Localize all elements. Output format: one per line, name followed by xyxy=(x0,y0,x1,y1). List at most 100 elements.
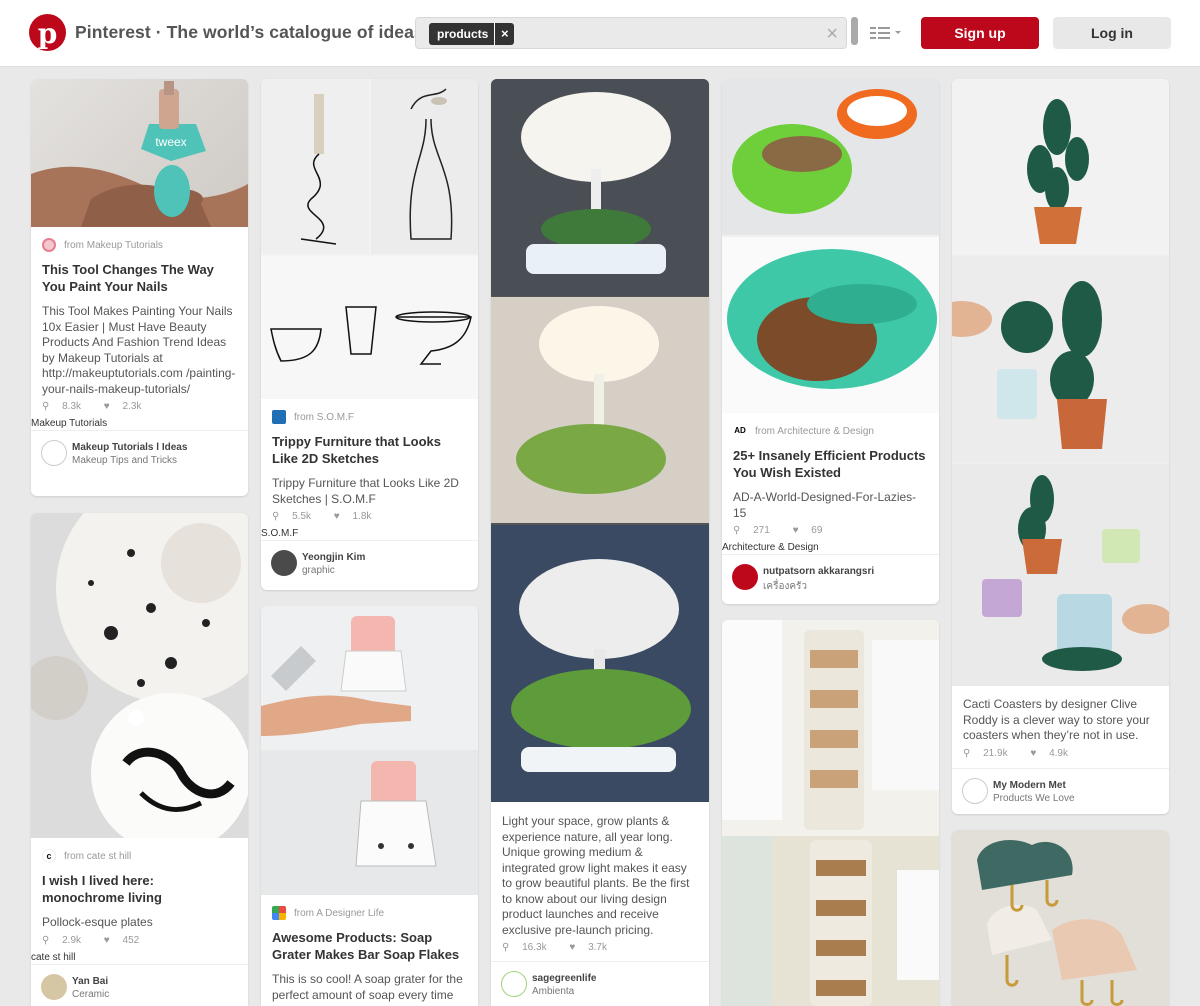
pin-source[interactable]: from S.O.M.F xyxy=(272,410,467,424)
grow-lamp-image[interactable] xyxy=(491,79,709,802)
repin-icon: ⚲ xyxy=(42,401,50,412)
search-input[interactable]: products × × xyxy=(415,17,847,49)
pinner-name[interactable]: sagegreenlife xyxy=(532,973,596,984)
board-label[interactable]: S.O.M.F xyxy=(261,528,478,539)
avatar[interactable] xyxy=(501,971,527,997)
snack-bowl-image[interactable] xyxy=(722,79,939,413)
repin-count: 271 xyxy=(753,525,770,536)
svg-text:p: p xyxy=(38,17,58,50)
pin-stats: ⚲ 8.3k ♥ 2.3k xyxy=(42,401,237,412)
svg-text:tweex: tweex xyxy=(155,135,186,149)
source-label: from Makeup Tutorials xyxy=(64,239,163,251)
stone-hooks-image[interactable] xyxy=(952,830,1169,1006)
rotating-bookshelf-image[interactable] xyxy=(722,620,939,1006)
pinner-board[interactable]: Ceramic xyxy=(72,989,109,1000)
repin-icon: ⚲ xyxy=(272,511,280,522)
site-title[interactable]: Pinterest · The world’s catalogue of ide… xyxy=(75,22,424,43)
pinner-attribution[interactable]: Makeup Tutorials l Ideas Makeup Tips and… xyxy=(31,430,248,474)
pin-card-bookshelf[interactable] xyxy=(722,620,939,1006)
pinner-name[interactable]: Makeup Tutorials l Ideas xyxy=(72,442,187,453)
like-count: 1.8k xyxy=(352,511,372,522)
pinner-attribution[interactable]: My Modern Met Products We Love xyxy=(952,767,1169,812)
cate-st-hill-favicon-icon: c xyxy=(42,849,56,863)
nail-tool-image[interactable]: tweex xyxy=(31,79,248,227)
pin-source[interactable]: c from cate st hill xyxy=(42,849,237,863)
pin-description: This is so cool! A soap grater for the p… xyxy=(272,972,463,1002)
pinterest-logo-icon[interactable]: p xyxy=(29,14,66,51)
pinner-name[interactable]: My Modern Met xyxy=(993,780,1066,791)
source-label: from cate st hill xyxy=(64,850,132,862)
pinner-attribution[interactable]: nutpatsorn akkarangsri เครื่องครัว xyxy=(722,554,939,598)
somf-favicon-icon xyxy=(272,410,286,424)
like-count: 452 xyxy=(122,934,140,946)
pin-card-furniture[interactable]: from S.O.M.F Trippy Furniture that Looks… xyxy=(261,79,478,590)
board-label[interactable]: Makeup Tutorials xyxy=(31,418,248,429)
like-icon: ♥ xyxy=(103,934,110,946)
search-scrollbar[interactable] xyxy=(851,17,858,45)
pinner-name[interactable]: nutpatsorn akkarangsri xyxy=(763,566,874,577)
pinner-board[interactable]: Ambienta xyxy=(532,986,574,997)
repin-count: 2.9k xyxy=(62,934,82,946)
board-label[interactable]: Architecture & Design xyxy=(722,542,939,553)
repin-icon: ⚲ xyxy=(963,747,971,759)
clear-search-icon[interactable]: × xyxy=(826,24,838,44)
avatar[interactable] xyxy=(732,564,758,590)
soap-grater-image[interactable] xyxy=(261,606,478,895)
avatar[interactable] xyxy=(41,973,67,1000)
list-view-icon[interactable] xyxy=(870,24,904,42)
a-designer-life-favicon-icon xyxy=(272,906,286,920)
avatar[interactable] xyxy=(962,777,988,804)
pin-title[interactable]: I wish I lived here: monochrome living xyxy=(42,872,237,906)
pin-description: Cacti Coasters by designer Clive Roddy i… xyxy=(963,697,1150,742)
like-count: 4.9k xyxy=(1049,747,1068,759)
like-icon: ♥ xyxy=(569,942,576,953)
pin-title[interactable]: Trippy Furniture that Looks Like 2D Sket… xyxy=(272,433,467,467)
pin-description: Light your space, grow plants & experien… xyxy=(502,814,690,937)
cacti-coasters-image[interactable] xyxy=(952,79,1169,686)
repin-icon: ⚲ xyxy=(502,942,510,953)
pin-stats: ⚲ 2.9k ♥ 452 xyxy=(42,935,237,946)
pinner-board[interactable]: Products We Love xyxy=(993,793,1075,804)
pin-source[interactable]: AD from Architecture & Design xyxy=(733,424,928,438)
board-label[interactable]: cate st hill xyxy=(31,952,248,963)
search-token[interactable]: products × xyxy=(429,23,515,45)
sign-up-button[interactable]: Sign up xyxy=(921,17,1039,49)
pin-card-nails[interactable]: tweex from Makeup Tutorials This Tool Ch… xyxy=(31,79,248,496)
like-count: 69 xyxy=(811,525,823,536)
pin-card-plates[interactable]: c from cate st hill I wish I lived here:… xyxy=(31,513,248,1006)
remove-token-icon[interactable]: × xyxy=(494,23,514,45)
like-icon: ♥ xyxy=(103,401,110,412)
search-token-label: products xyxy=(437,27,489,41)
pin-description: This Tool Makes Painting Your Nails 10x … xyxy=(42,304,236,396)
pinner-board[interactable]: graphic xyxy=(302,565,335,576)
log-in-button[interactable]: Log in xyxy=(1053,17,1171,49)
pinner-board[interactable]: Makeup Tips and Tricks xyxy=(72,455,177,466)
avatar[interactable] xyxy=(41,440,67,466)
sketch-furniture-image[interactable] xyxy=(261,79,478,399)
pinner-attribution[interactable]: Yan Bai Ceramic xyxy=(31,963,248,1006)
pin-title[interactable]: 25+ Insanely Efficient Products You Wish… xyxy=(733,447,928,481)
pin-stats: ⚲ 21.9k ♥ 4.9k xyxy=(963,748,1158,759)
repin-count: 8.3k xyxy=(62,401,82,412)
pin-card-hooks[interactable] xyxy=(952,830,1169,1006)
like-icon: ♥ xyxy=(333,511,340,522)
pinner-attribution[interactable]: sagegreenlife Ambienta xyxy=(491,961,709,1005)
pin-title[interactable]: This Tool Changes The Way You Paint Your… xyxy=(42,261,237,295)
pin-card-soap[interactable]: from A Designer Life Awesome Products: S… xyxy=(261,606,478,1006)
pin-card-lamp[interactable]: Light your space, grow plants & experien… xyxy=(491,79,709,1006)
pin-card-cacti[interactable]: Cacti Coasters by designer Clive Roddy i… xyxy=(952,79,1169,814)
pin-title[interactable]: Awesome Products: Soap Grater Makes Bar … xyxy=(272,929,467,963)
pinner-name[interactable]: Yeongjin Kim xyxy=(302,552,365,563)
architecture-design-favicon-icon: AD xyxy=(733,424,747,438)
pin-card-bowl[interactable]: AD from Architecture & Design 25+ Insane… xyxy=(722,79,939,604)
avatar[interactable] xyxy=(271,550,297,576)
pinner-name[interactable]: Yan Bai xyxy=(72,976,108,987)
pin-description: Pollock-esque plates xyxy=(42,915,153,929)
plates-image[interactable] xyxy=(31,513,248,853)
pinner-board[interactable]: เครื่องครัว xyxy=(763,579,807,594)
pin-source[interactable]: from Makeup Tutorials xyxy=(42,238,237,252)
like-count: 3.7k xyxy=(588,942,607,953)
like-icon: ♥ xyxy=(1030,747,1037,759)
pinner-attribution[interactable]: Yeongjin Kim graphic xyxy=(261,540,478,584)
pin-source[interactable]: from A Designer Life xyxy=(272,906,467,920)
